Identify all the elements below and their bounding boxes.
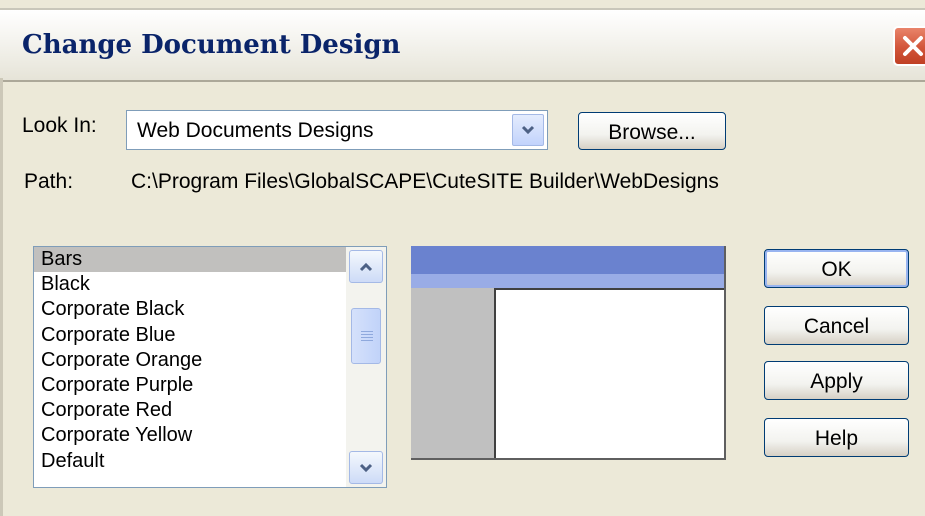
path-label: Path: xyxy=(24,170,74,193)
list-item[interactable]: Corporate Yellow xyxy=(34,423,346,448)
look-in-selected-value: Web Documents Designs xyxy=(137,119,374,142)
browse-button[interactable]: Browse... xyxy=(578,112,726,150)
help-button[interactable]: Help xyxy=(764,418,909,457)
path-value: C:\Program Files\GlobalSCAPE\CuteSITE Bu… xyxy=(131,170,719,193)
ok-button[interactable]: OK xyxy=(764,249,909,288)
list-item[interactable]: Black xyxy=(34,272,346,297)
list-item[interactable]: Corporate Purple xyxy=(34,373,346,398)
list-item[interactable]: Corporate Black xyxy=(34,297,346,322)
list-item[interactable]: Corporate Red xyxy=(34,398,346,423)
designs-list[interactable]: Bars Black Corporate Black Corporate Blue Co… xyxy=(33,246,387,488)
scroll-up-button[interactable] xyxy=(349,250,383,283)
chevron-down-icon xyxy=(521,125,535,135)
dialog-title: Change Document Design xyxy=(22,30,401,60)
title-bar[interactable]: Change Document Design xyxy=(0,8,925,82)
preview-nav-band xyxy=(411,274,724,288)
designs-list-scrollbar[interactable] xyxy=(346,247,386,487)
design-preview xyxy=(411,246,726,460)
ok-button-label: OK xyxy=(821,258,852,281)
look-in-dropdown-button[interactable] xyxy=(512,114,544,146)
preview-header-bar xyxy=(411,246,724,274)
scroll-thumb[interactable] xyxy=(351,308,381,364)
cancel-button-label: Cancel xyxy=(803,315,870,338)
look-in-dropdown[interactable]: Web Documents Designs xyxy=(126,110,548,150)
browse-button-label: Browse... xyxy=(608,121,696,144)
preview-content-area xyxy=(494,288,724,458)
scroll-down-button[interactable] xyxy=(349,451,383,484)
apply-button[interactable]: Apply xyxy=(764,361,909,400)
list-item[interactable]: Bars xyxy=(34,247,346,273)
change-document-design-dialog: Change Document Design Look In: Web Docu… xyxy=(0,0,925,516)
cancel-button[interactable]: Cancel xyxy=(764,306,909,345)
help-button-label: Help xyxy=(814,427,859,450)
look-in-label: Look In: xyxy=(22,114,97,137)
list-item[interactable]: Corporate Blue xyxy=(34,323,346,348)
chevron-down-icon xyxy=(359,463,373,473)
list-item[interactable]: Corporate Orange xyxy=(34,348,346,373)
list-item[interactable]: Default xyxy=(34,449,346,474)
designs-list-items: Bars Black Corporate Black Corporate Blue Co… xyxy=(34,247,346,474)
apply-button-label: Apply xyxy=(810,370,863,393)
close-icon xyxy=(903,36,923,56)
close-button[interactable] xyxy=(893,26,925,66)
chevron-up-icon xyxy=(359,262,373,272)
dialog-left-border xyxy=(0,78,3,516)
